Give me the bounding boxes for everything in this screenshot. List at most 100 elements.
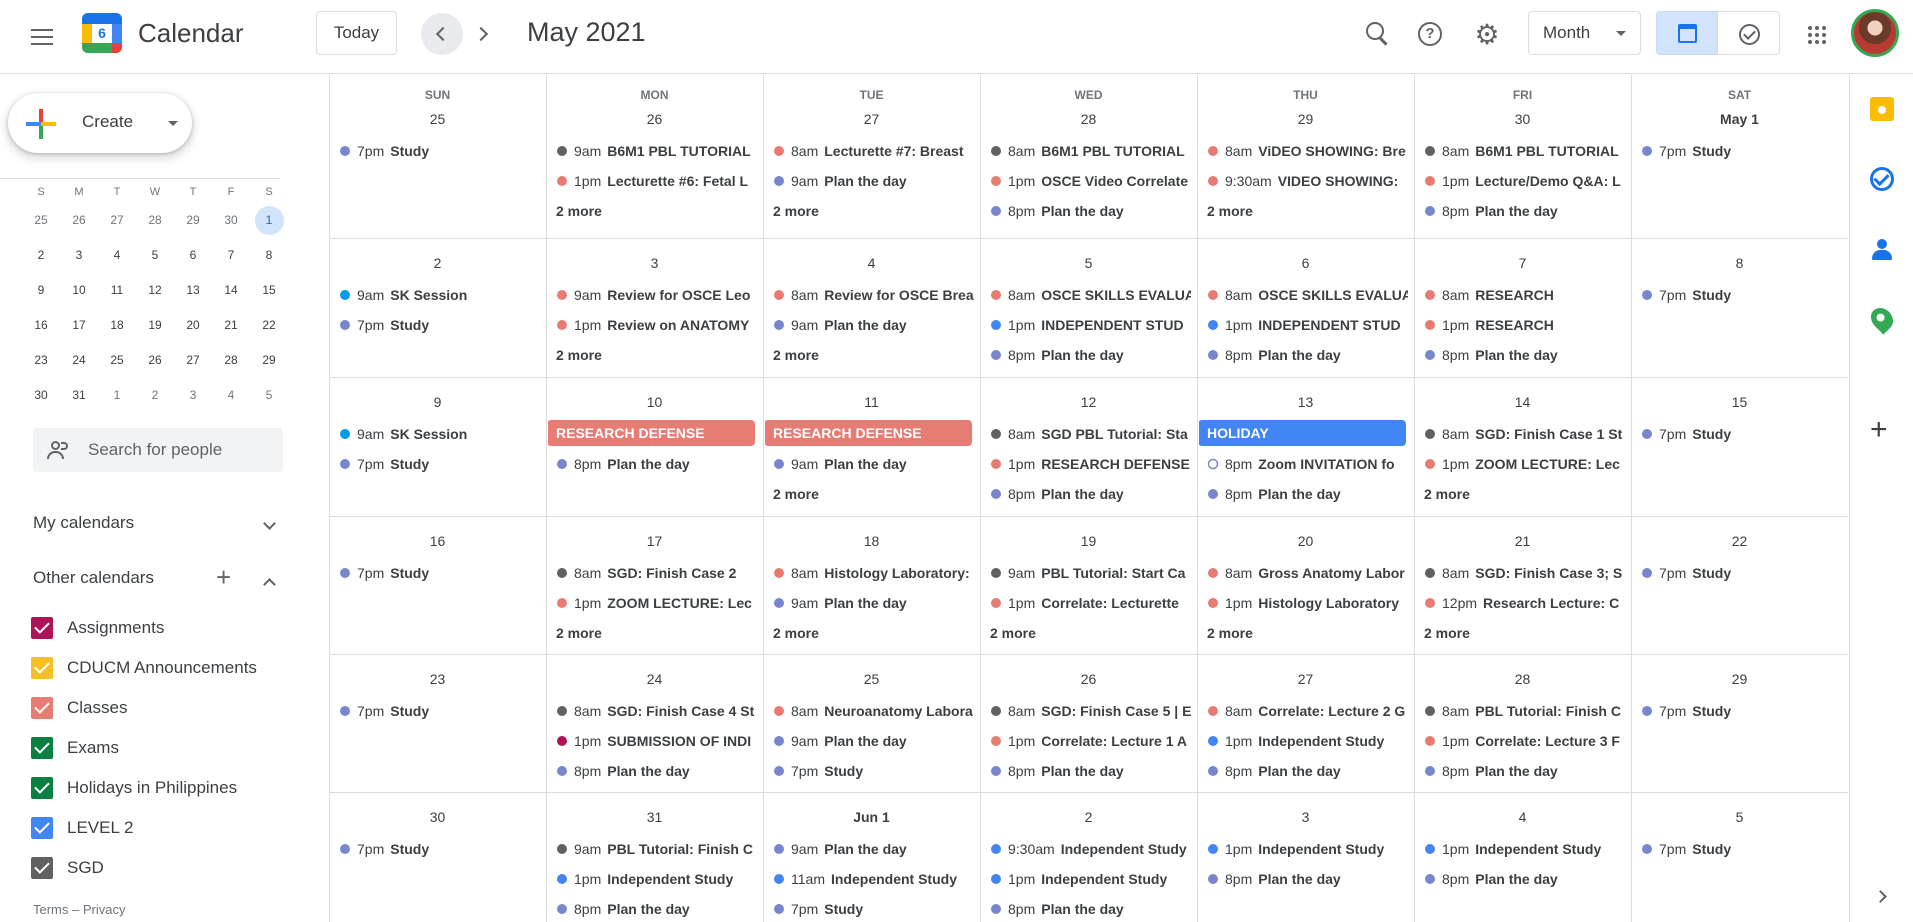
event-label[interactable]: 8pm Plan the day (1008, 486, 1124, 502)
event-chip[interactable]: 7pm Study (1642, 841, 1731, 857)
event-label[interactable]: 8pm Plan the day (1442, 763, 1558, 779)
get-addons-plus-icon[interactable]: + (1870, 415, 1888, 445)
mini-day[interactable]: 14 (212, 273, 250, 308)
event-label[interactable]: 7pm Study (357, 317, 429, 333)
event-chip[interactable]: 8pm Plan the day (557, 763, 690, 779)
day-number[interactable]: 5 (1085, 255, 1093, 271)
mini-day[interactable]: 2 (22, 238, 60, 273)
mini-day[interactable]: 1 (250, 203, 288, 238)
day-number[interactable]: 13 (1298, 394, 1314, 410)
event-chip[interactable]: 7pm Study (340, 565, 429, 581)
event-chip[interactable]: 8am Neuroanatomy Labora (774, 703, 973, 719)
view-switcher-dropdown[interactable]: Month (1528, 11, 1641, 55)
event-label[interactable]: 1pm Independent Study (1225, 841, 1384, 857)
event-chip[interactable]: 8pm Plan the day (557, 901, 690, 917)
all-day-event-title[interactable]: RESEARCH DEFENSE (773, 425, 922, 441)
mini-day[interactable]: 2 (136, 378, 174, 413)
event-chip[interactable]: 1pm Independent Study (557, 871, 733, 887)
mini-day[interactable]: 17 (60, 308, 98, 343)
all-day-event-title[interactable]: HOLIDAY (1207, 425, 1269, 441)
add-calendar-icon[interactable]: + (216, 564, 231, 590)
day-number[interactable]: 28 (1081, 111, 1097, 127)
event-label[interactable]: 9:30am VIDEO SHOWING: (1225, 173, 1398, 189)
event-chip[interactable]: 9am Plan the day (774, 733, 907, 749)
day-number[interactable]: 17 (647, 533, 663, 549)
mini-day[interactable]: 1 (98, 378, 136, 413)
event-chip[interactable]: 7pm Study (1642, 143, 1731, 159)
event-label[interactable]: 7pm Study (357, 565, 429, 581)
event-label[interactable]: 8am Gross Anatomy Labor (1225, 565, 1405, 581)
event-label[interactable]: 1pm Independent Study (1008, 871, 1167, 887)
terms-privacy-links[interactable]: Terms – Privacy (33, 902, 125, 917)
event-label[interactable]: 1pm INDEPENDENT STUD (1225, 317, 1401, 333)
event-label[interactable]: 8am ViDEO SHOWING: Bre (1225, 143, 1406, 159)
day-number[interactable]: 29 (1298, 111, 1314, 127)
event-chip[interactable]: 8pm Plan the day (557, 456, 690, 472)
calendar-item[interactable]: Classes (31, 688, 257, 728)
event-chip[interactable]: 7pm Study (340, 456, 429, 472)
event-label[interactable]: 9am Plan the day (791, 173, 907, 189)
calendar-checkbox[interactable] (31, 857, 53, 879)
main-menu-button[interactable] (22, 17, 62, 57)
mini-day[interactable]: 29 (174, 203, 212, 238)
calendar-checkbox[interactable] (31, 817, 53, 839)
help-button[interactable]: ? (1409, 13, 1451, 55)
mini-day[interactable]: 20 (174, 308, 212, 343)
calendar-item[interactable]: SGD (31, 848, 257, 888)
calendar-item[interactable]: LEVEL 2 (31, 808, 257, 848)
event-label[interactable]: 8pm Plan the day (1225, 347, 1341, 363)
event-chip[interactable]: 1pm Histology Laboratory (1208, 595, 1399, 611)
event-label[interactable]: 9am Plan the day (791, 456, 907, 472)
event-chip[interactable]: 8am Gross Anatomy Labor (1208, 565, 1405, 581)
event-label[interactable]: 7pm Study (357, 703, 429, 719)
event-label[interactable]: 8pm Plan the day (1225, 763, 1341, 779)
event-label[interactable]: 1pm Correlate: Lecturette (1008, 595, 1179, 611)
create-button[interactable]: Create (8, 93, 192, 153)
mini-day[interactable]: 11 (98, 273, 136, 308)
event-chip[interactable]: 8pm Plan the day (1425, 763, 1558, 779)
event-label[interactable]: 1pm Review on ANATOMY (574, 317, 750, 333)
calendar-logo-icon[interactable]: 6 (82, 13, 122, 53)
event-label[interactable]: 8pm Plan the day (1008, 347, 1124, 363)
mini-day[interactable]: 5 (250, 378, 288, 413)
event-label[interactable]: 8am B6M1 PBL TUTORIAL (1442, 143, 1619, 159)
day-number[interactable]: 3 (1302, 809, 1310, 825)
event-label[interactable]: 7pm Study (357, 456, 429, 472)
event-chip[interactable]: 1pm Lecture/Demo Q&A: L (1425, 173, 1621, 189)
event-label[interactable]: 7pm Study (1659, 287, 1731, 303)
mini-day[interactable]: 7 (212, 238, 250, 273)
event-label[interactable]: 9am Review for OSCE Leo (574, 287, 750, 303)
calendar-checkbox[interactable] (31, 737, 53, 759)
event-label[interactable]: 8am Histology Laboratory: (791, 565, 970, 581)
event-chip[interactable]: 1pm Correlate: Lecturette (991, 595, 1179, 611)
mini-day[interactable]: 6 (174, 238, 212, 273)
day-number[interactable]: 18 (864, 533, 880, 549)
mini-day[interactable]: 10 (60, 273, 98, 308)
event-chip[interactable]: 8pm Plan the day (1425, 347, 1558, 363)
event-label[interactable]: 1pm Lecturette #6: Fetal L (574, 173, 748, 189)
people-search-input[interactable]: Search for people (33, 428, 283, 472)
event-label[interactable]: 7pm Study (1659, 143, 1731, 159)
event-label[interactable]: 8am SGD: Finish Case 1 St (1442, 426, 1623, 442)
event-label[interactable]: 1pm SUBMISSION OF INDI (574, 733, 751, 749)
day-number[interactable]: 14 (1515, 394, 1531, 410)
event-chip[interactable]: 8pm Plan the day (1208, 871, 1341, 887)
event-chip[interactable]: 7pm Study (340, 841, 429, 857)
more-events-link[interactable]: 2 more (773, 347, 819, 363)
event-chip[interactable]: 8pm Plan the day (991, 347, 1124, 363)
mini-day[interactable]: 31 (60, 378, 98, 413)
previous-month-button[interactable] (421, 13, 463, 55)
calendar-item[interactable]: Holidays in Philippines (31, 768, 257, 808)
event-chip[interactable]: 7pm Study (1642, 565, 1731, 581)
event-chip[interactable]: 9am SK Session (340, 287, 467, 303)
event-chip[interactable]: 8pm Plan the day (1208, 763, 1341, 779)
day-number[interactable]: 16 (430, 533, 446, 549)
other-calendars-heading[interactable]: Other calendars (33, 568, 154, 588)
more-events-link[interactable]: 2 more (1207, 625, 1253, 641)
mini-day[interactable]: 4 (212, 378, 250, 413)
event-chip[interactable]: 1pm Independent Study (991, 871, 1167, 887)
more-events-link[interactable]: 2 more (773, 625, 819, 641)
mini-day[interactable]: 30 (22, 378, 60, 413)
event-label[interactable]: 9am PBL Tutorial: Finish C (574, 841, 753, 857)
all-day-event[interactable]: RESEARCH DEFENSE (547, 420, 755, 446)
